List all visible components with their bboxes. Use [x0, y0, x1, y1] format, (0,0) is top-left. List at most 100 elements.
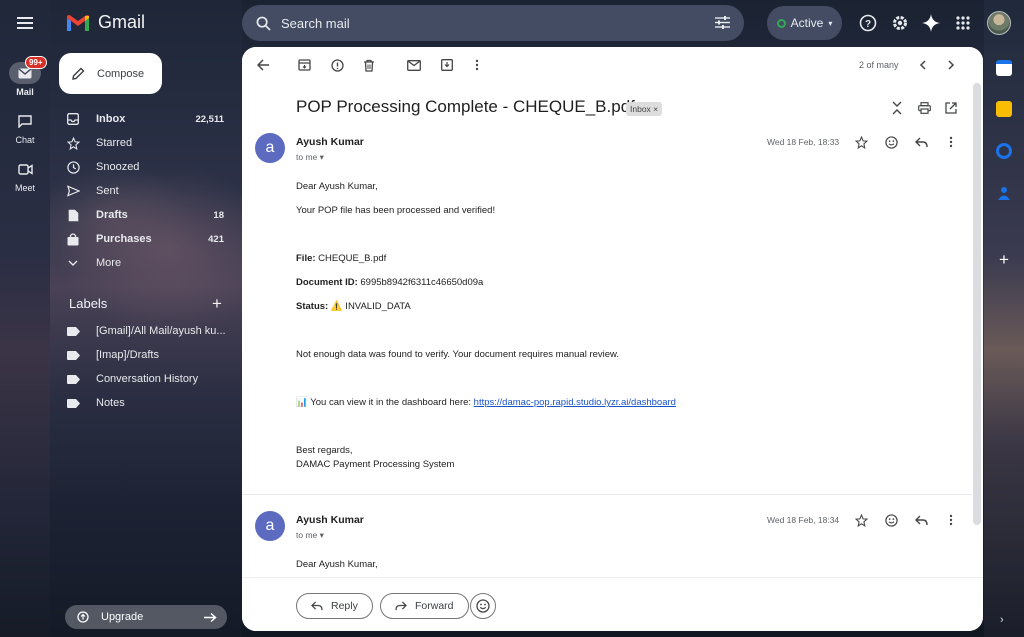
dashboard-link[interactable]: https://damac-pop.rapid.studio.lyzr.ai/d… [474, 397, 676, 408]
sender-name[interactable]: Ayush Kumar [296, 514, 364, 526]
nav-more[interactable]: More [66, 252, 236, 274]
contacts-app-icon[interactable] [996, 185, 1012, 201]
nav-starred-label: Starred [96, 137, 133, 149]
plus-icon: + [212, 294, 222, 313]
status-dropdown[interactable]: Active ▾ [767, 6, 842, 40]
collapse-all-button[interactable] [888, 99, 906, 117]
older-button[interactable] [942, 56, 960, 74]
status-value: ⚠️ INVALID_DATA [330, 301, 411, 312]
star-button[interactable] [852, 511, 870, 529]
gemini-button[interactable] [920, 12, 942, 34]
nav-starred[interactable]: Starred [66, 132, 236, 154]
emoji-reaction-button[interactable] [470, 593, 496, 619]
star-button[interactable] [852, 133, 870, 151]
reply-icon [311, 601, 323, 611]
add-label-button[interactable]: + [212, 294, 222, 314]
label-item-text: Conversation History [96, 373, 199, 385]
dashboard-prefix: 📊 You can view it in the dashboard here: [296, 397, 472, 408]
rail-chat[interactable]: Chat [0, 110, 50, 145]
print-button[interactable] [915, 99, 933, 117]
send-icon [66, 184, 80, 198]
message-more-button[interactable] [942, 511, 960, 529]
account-avatar[interactable] [987, 11, 1011, 35]
gmail-logo[interactable]: Gmail [66, 12, 145, 33]
search-bar[interactable]: Search mail [242, 5, 744, 41]
inbox-label-chip[interactable]: Inbox × [626, 102, 663, 116]
active-status-icon [776, 18, 786, 28]
label-item[interactable]: Conversation History [66, 368, 236, 390]
more-vert-icon [475, 59, 479, 71]
sender-avatar[interactable]: a [255, 511, 285, 541]
arrow-right-icon [204, 612, 217, 622]
chip-close-icon[interactable]: × [653, 104, 658, 114]
rail-mail[interactable]: 99+ Mail [0, 56, 50, 97]
scrollbar[interactable] [973, 83, 981, 525]
chevron-right-icon [947, 60, 954, 70]
more-vert-icon [949, 136, 953, 148]
reply-button[interactable] [912, 133, 930, 151]
upgrade-label: Upgrade [101, 611, 144, 623]
svg-text:?: ? [865, 19, 871, 30]
mark-unread-button[interactable] [405, 56, 423, 74]
nav-drafts-label: Drafts [96, 209, 128, 221]
help-icon: ? [859, 14, 877, 32]
right-background [984, 0, 1024, 637]
label-item[interactable]: Notes [66, 392, 236, 414]
chevron-right-icon: › [1000, 614, 1004, 626]
video-camera-icon [17, 163, 33, 175]
recipient-text: to me [296, 530, 318, 540]
search-icon[interactable] [256, 16, 271, 31]
background-landscape [50, 0, 242, 637]
nav-snoozed[interactable]: Snoozed [66, 156, 236, 178]
upgrade-button[interactable]: Upgrade [65, 605, 227, 629]
nav-purchases[interactable]: Purchases 421 [66, 228, 236, 250]
file-row: File: CHEQUE_B.pdf [296, 253, 386, 264]
delete-button[interactable] [360, 56, 378, 74]
expand-side-panel-button[interactable]: › [1000, 614, 1004, 626]
report-spam-button[interactable] [328, 56, 346, 74]
back-button[interactable] [254, 56, 272, 74]
label-item[interactable]: [Imap]/Drafts [66, 344, 236, 366]
sender-name[interactable]: Ayush Kumar [296, 136, 364, 148]
archive-button[interactable] [295, 56, 313, 74]
newer-button[interactable] [913, 56, 931, 74]
search-options-icon[interactable] [715, 16, 730, 29]
more-vert-icon [949, 514, 953, 526]
keep-app-icon[interactable] [996, 101, 1012, 117]
reply-action-button[interactable]: Reply [296, 593, 373, 619]
report-icon [330, 58, 344, 72]
settings-button[interactable] [889, 12, 911, 34]
pencil-icon [72, 67, 85, 80]
label-item-text: Notes [96, 397, 125, 409]
docid-label: Document ID: [296, 277, 358, 288]
reply-label: Reply [331, 600, 358, 612]
message-date: Wed 18 Feb, 18:34 [767, 515, 840, 525]
add-reaction-button[interactable] [882, 133, 900, 151]
help-button[interactable]: ? [857, 12, 879, 34]
move-to-button[interactable] [438, 56, 456, 74]
reply-button[interactable] [912, 511, 930, 529]
search-input[interactable]: Search mail [281, 16, 350, 31]
recipient-toggle[interactable]: to me ▾ [296, 530, 324, 541]
main-menu-button[interactable] [12, 12, 38, 34]
nav-drafts[interactable]: Drafts 18 [66, 204, 236, 226]
sender-avatar[interactable]: a [255, 133, 285, 163]
open-new-window-button[interactable] [942, 99, 960, 117]
rail-meet[interactable]: Meet [0, 158, 50, 193]
label-item[interactable]: [Gmail]/All Mail/ayush ku... [66, 320, 236, 342]
unread-badge: 99+ [25, 56, 47, 69]
nav-sent[interactable]: Sent [66, 180, 236, 202]
add-addon-button[interactable]: + [996, 251, 1012, 268]
more-options-button[interactable] [468, 56, 486, 74]
recipient-toggle[interactable]: to me ▾ [296, 152, 324, 163]
docid-row: Document ID: 6995b8942f6311c46650d09a [296, 277, 483, 288]
add-reaction-button[interactable] [882, 511, 900, 529]
nav-inbox[interactable]: Inbox 22,511 [66, 108, 236, 130]
apps-button[interactable] [952, 12, 974, 34]
forward-action-button[interactable]: Forward [380, 593, 469, 619]
compose-button[interactable]: Compose [59, 53, 162, 94]
tasks-app-icon[interactable] [996, 143, 1012, 159]
message-more-button[interactable] [942, 133, 960, 151]
message-divider [242, 494, 972, 495]
calendar-app-icon[interactable] [996, 60, 1012, 76]
